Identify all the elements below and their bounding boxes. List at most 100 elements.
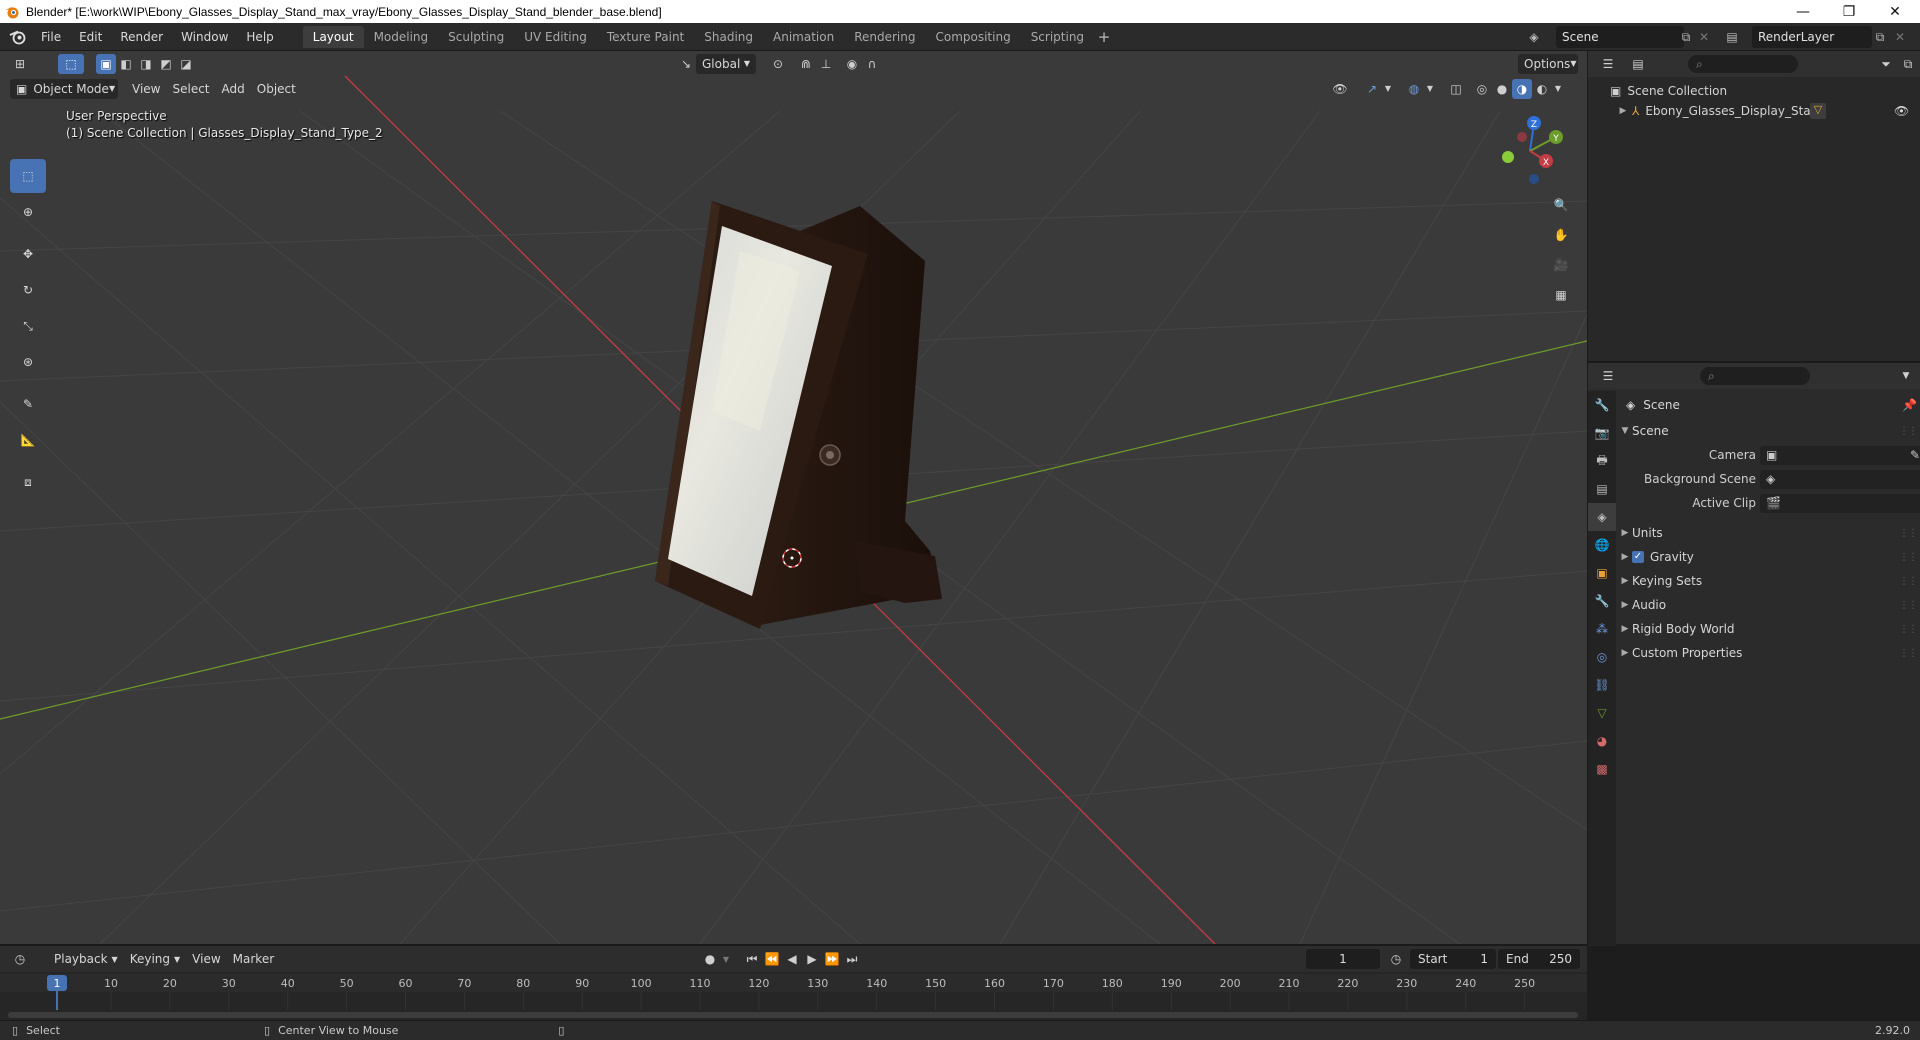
tab-world[interactable]: 🌐 — [1588, 531, 1616, 559]
chevron-down-icon[interactable]: ▼ — [1552, 79, 1564, 99]
visibility-icon[interactable]: 👁 — [1330, 79, 1350, 99]
filter-icon[interactable]: ⏷ — [1876, 54, 1896, 74]
panel-scene-header[interactable]: ▼ Scene ⋮⋮ — [1618, 419, 1920, 443]
snap-toggle-icon[interactable]: ⋒ — [796, 54, 816, 74]
drag-handle-icon[interactable]: ⋮⋮ — [1899, 600, 1918, 611]
timeline-menu-keying[interactable]: Keying ▼ — [124, 949, 186, 969]
tab-output[interactable]: 🖶 — [1588, 447, 1616, 475]
panel-gravity-header[interactable]: ▶ ✓ Gravity ⋮⋮ — [1618, 545, 1920, 569]
rendered-shading-icon[interactable]: ◐ — [1532, 79, 1552, 99]
chevron-down-icon[interactable]: ▼ — [1896, 366, 1916, 386]
tab-animation[interactable]: Animation — [763, 26, 844, 48]
xray-toggle-icon[interactable]: ◫ — [1446, 79, 1466, 99]
add-workspace-icon[interactable]: + — [1094, 28, 1114, 46]
tab-scripting[interactable]: Scripting — [1021, 26, 1094, 48]
panel-custom-properties-header[interactable]: ▶ Custom Properties ⋮⋮ — [1618, 641, 1920, 665]
new-collection-icon[interactable]: ⧉ — [1898, 54, 1918, 74]
select-box-tool-icon[interactable]: ⬚ — [58, 53, 84, 74]
add-cube-tool[interactable]: ⧈ — [10, 465, 46, 499]
overlays-toggle-icon[interactable]: ◍ — [1404, 79, 1424, 99]
snap-element-icon[interactable]: ⊥ — [816, 54, 836, 74]
tab-tool[interactable]: 🔧 — [1588, 391, 1616, 419]
drag-handle-icon[interactable]: ⋮⋮ — [1899, 648, 1918, 659]
mode-invert-selection-icon[interactable]: ◩ — [156, 54, 176, 74]
options-dropdown[interactable]: Options ▼ — [1518, 53, 1578, 74]
record-keyframe-icon[interactable]: ● — [700, 949, 720, 969]
mode-intersect-selection-icon[interactable]: ◪ — [176, 54, 196, 74]
jump-end-icon[interactable]: ⏭ — [842, 949, 862, 969]
jump-prev-keyframe-icon[interactable]: ⏪ — [762, 949, 782, 969]
timeline-ruler[interactable]: 1 10 20 30 40 50 60 70 80 90 100 110 120 130 140 150 160… — [0, 974, 1587, 1022]
background-scene-field[interactable]: ◈ — [1760, 469, 1920, 489]
viewport-canvas[interactable] — [0, 51, 1587, 944]
transform-orientation-dropdown[interactable]: Global ▼ — [696, 53, 756, 74]
tab-uv-editing[interactable]: UV Editing — [514, 26, 597, 48]
pan-view-button[interactable]: ✋ — [1548, 222, 1574, 248]
timeline-menu-view[interactable]: View — [186, 949, 226, 969]
panel-units-header[interactable]: ▶ Units ⋮⋮ — [1618, 521, 1920, 545]
drag-handle-icon[interactable]: ⋮⋮ — [1899, 426, 1918, 437]
tab-shading[interactable]: Shading — [694, 26, 763, 48]
end-frame-field[interactable]: End 250 — [1498, 949, 1580, 969]
drag-handle-icon[interactable]: ⋮⋮ — [1899, 624, 1918, 635]
eyedropper-icon[interactable]: ✎ — [1910, 448, 1920, 462]
3d-viewport[interactable]: ⊞ ⬚ ▣ ◧ ◨ ◩ ◪ ↘ Global ▼ ⊙ ⋒ ⊥ ◉ ∩ Optio… — [0, 51, 1587, 944]
timeline-menu-marker[interactable]: Marker — [227, 949, 280, 969]
outliner-search-input[interactable]: ⌕ — [1688, 55, 1798, 73]
chevron-down-icon[interactable]: ▼ — [720, 949, 732, 969]
scale-tool[interactable]: ⤡ — [10, 309, 46, 343]
outliner-editor-type-icon[interactable]: ☰ — [1598, 54, 1618, 74]
tab-particles[interactable]: ⁂ — [1588, 615, 1616, 643]
viewport-menu-add[interactable]: Add — [216, 79, 251, 99]
transform-tool[interactable]: ⊛ — [10, 345, 46, 379]
tab-object[interactable]: ▣ — [1588, 559, 1616, 587]
properties-editor-type-icon[interactable]: ☰ — [1598, 366, 1618, 386]
object-mode-dropdown[interactable]: ▣ Object Mode ▼ — [10, 78, 118, 99]
wireframe-shading-icon[interactable]: ◎ — [1472, 79, 1492, 99]
timeline-menu-playback[interactable]: Playback ▼ — [48, 949, 124, 969]
current-frame-field[interactable]: 1 — [1306, 949, 1380, 969]
annotate-tool[interactable]: ✎ — [10, 387, 46, 421]
material-preview-shading-icon[interactable]: ◑ — [1512, 78, 1532, 99]
drag-handle-icon[interactable]: ⋮⋮ — [1899, 576, 1918, 587]
tab-scene[interactable]: ◈ — [1588, 503, 1616, 531]
new-scene-icon[interactable]: ⧉ — [1676, 27, 1696, 47]
measure-tool[interactable]: 📐 — [10, 423, 46, 457]
mode-new-selection-icon[interactable]: ▣ — [96, 53, 116, 74]
display-mode-icon[interactable]: ▤ — [1628, 54, 1648, 74]
minimize-button[interactable]: — — [1780, 0, 1826, 23]
active-clip-field[interactable]: 🎬 — [1760, 493, 1920, 513]
tab-modeling[interactable]: Modeling — [364, 26, 439, 48]
tab-layout[interactable]: Layout — [302, 25, 364, 48]
navigation-gizmo[interactable]: Z Y X — [1490, 111, 1570, 191]
properties-search-input[interactable]: ⌕ — [1700, 367, 1810, 385]
tab-material[interactable]: ◕ — [1588, 727, 1616, 755]
chevron-down-icon[interactable]: ▼ — [1424, 79, 1436, 99]
ortho-toggle-button[interactable]: ▦ — [1548, 282, 1574, 308]
move-tool[interactable]: ✥ — [10, 237, 46, 271]
menu-window[interactable]: Window — [172, 23, 237, 51]
modifier-filter-icon[interactable]: ▽ — [1810, 103, 1826, 119]
viewport-menu-object[interactable]: Object — [251, 79, 302, 99]
tab-sculpting[interactable]: Sculpting — [438, 26, 514, 48]
select-tool[interactable]: ⬚ — [10, 159, 46, 193]
menu-file[interactable]: File — [32, 23, 70, 51]
panel-audio-header[interactable]: ▶ Audio ⋮⋮ — [1618, 593, 1920, 617]
scene-browse-icon[interactable]: ◈ — [1524, 27, 1544, 47]
menu-edit[interactable]: Edit — [70, 23, 111, 51]
mode-subtract-selection-icon[interactable]: ◨ — [136, 54, 156, 74]
tab-view-layer[interactable]: ▤ — [1588, 475, 1616, 503]
editor-type-icon[interactable]: ⊞ — [10, 54, 30, 74]
viewport-menu-select[interactable]: Select — [166, 79, 215, 99]
timeline-editor-type-icon[interactable]: ◷ — [10, 949, 30, 969]
new-view-layer-icon[interactable]: ⧉ — [1870, 27, 1890, 47]
panel-keying-sets-header[interactable]: ▶ Keying Sets ⋮⋮ — [1618, 569, 1920, 593]
delete-scene-icon[interactable]: ✕ — [1694, 27, 1714, 47]
tab-compositing[interactable]: Compositing — [925, 26, 1020, 48]
view-layer-browse-icon[interactable]: ▤ — [1722, 27, 1742, 47]
delete-view-layer-icon[interactable]: ✕ — [1890, 27, 1910, 47]
rotate-tool[interactable]: ↻ — [10, 273, 46, 307]
camera-view-button[interactable]: 🎥 — [1548, 252, 1574, 278]
play-icon[interactable]: ▶ — [802, 949, 822, 969]
preview-range-clock-icon[interactable]: ◷ — [1386, 949, 1406, 969]
